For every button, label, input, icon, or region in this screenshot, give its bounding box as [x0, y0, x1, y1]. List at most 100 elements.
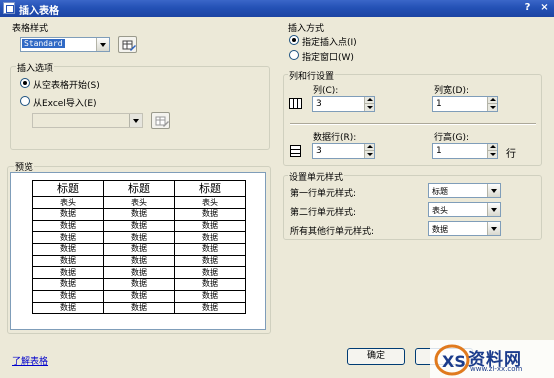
- preview-data-row: 数据 数据 数据: [32, 278, 246, 291]
- svg-text:XS: XS: [442, 352, 466, 371]
- preview-data-cell: 数据: [32, 266, 104, 280]
- close-button[interactable]: ×: [537, 1, 552, 15]
- preview-data-cell: 数据: [103, 266, 175, 280]
- chevron-down-icon[interactable]: [487, 222, 500, 235]
- insert-options-label: 插入选项: [16, 61, 55, 74]
- columns-label: 列(C):: [313, 86, 339, 96]
- cell-styles-label: 设置单元样式: [288, 170, 345, 183]
- preview-data-cell: 数据: [32, 278, 104, 291]
- chevron-down-icon[interactable]: [487, 184, 500, 197]
- window-title: 插入表格: [19, 6, 59, 17]
- spin-up-icon[interactable]: [487, 144, 497, 151]
- insert-window-label[interactable]: 指定窗口(W): [302, 50, 354, 63]
- preview-header-cell: 表头: [174, 196, 246, 209]
- chevron-down-icon: [129, 114, 142, 127]
- table-style-value: Standard: [22, 39, 65, 48]
- preview-data-cell: 数据: [174, 301, 246, 315]
- preview-data-cell: 数据: [174, 219, 246, 233]
- from-empty-radio[interactable]: [20, 78, 30, 88]
- row-unit-label: 行: [506, 149, 516, 160]
- ok-button[interactable]: 确定: [347, 348, 405, 365]
- col-width-label: 列宽(D):: [434, 86, 469, 96]
- preview-data-cell: 数据: [103, 278, 175, 291]
- spin-up-icon[interactable]: [364, 144, 374, 151]
- preview-table: 标题 标题 标题 表头 表头 表头 数据 数据 数据 数据 数据 数据 数据 数据 数据 数据 数据…: [32, 180, 246, 315]
- app-icon: [3, 2, 15, 14]
- preview-data-cell: 数据: [103, 289, 175, 303]
- data-rows-stepper[interactable]: 3: [312, 143, 375, 159]
- chevron-down-icon[interactable]: [487, 203, 500, 216]
- rows-cols-label: 列和行设置: [288, 69, 336, 82]
- row-height-label: 行高(G):: [434, 133, 470, 143]
- col-width-stepper[interactable]: 1: [432, 96, 498, 112]
- insert-point-radio[interactable]: [289, 35, 299, 45]
- first-row-style-label: 第一行单元样式:: [290, 189, 357, 199]
- columns-stepper[interactable]: 3: [312, 96, 375, 112]
- other-rows-style-value: 数据: [432, 225, 448, 234]
- preview-data-cell: 数据: [174, 243, 246, 256]
- preview-title-cell: 标题: [174, 180, 246, 197]
- rows-cols-divider: [290, 123, 536, 125]
- preview-data-cell: 数据: [32, 289, 104, 303]
- row-height-value: 1: [436, 146, 442, 156]
- preview-data-cell: 数据: [32, 301, 104, 315]
- preview-data-row: 数据 数据 数据: [32, 266, 246, 280]
- title-bar: 插入表格 ? ×: [0, 0, 554, 17]
- preview-data-cell: 数据: [103, 254, 175, 268]
- preview-title-cell: 标题: [103, 180, 175, 197]
- spin-down-icon[interactable]: [487, 151, 497, 158]
- preview-data-row: 数据 数据 数据: [32, 208, 246, 221]
- from-excel-radio[interactable]: [20, 96, 30, 106]
- preview-data-row: 数据 数据 数据: [32, 219, 246, 233]
- preview-data-cell: 数据: [32, 231, 104, 245]
- columns-value: 3: [316, 99, 322, 109]
- preview-data-cell: 数据: [103, 231, 175, 245]
- excel-file-select: [32, 113, 143, 128]
- watermark-url: www.zl-xx.com: [470, 365, 523, 373]
- row-height-stepper[interactable]: 1: [432, 143, 498, 159]
- preview-data-cell: 数据: [103, 243, 175, 256]
- preview-title-cell: 标题: [32, 180, 104, 197]
- first-row-style-value: 标题: [432, 187, 448, 196]
- help-button[interactable]: ?: [520, 1, 535, 15]
- second-row-style-select[interactable]: 表头: [428, 202, 501, 217]
- table-edit-icon: [155, 116, 169, 127]
- preview-data-cell: 数据: [103, 208, 175, 221]
- preview-data-row: 数据 数据 数据: [32, 243, 246, 256]
- spin-up-icon[interactable]: [487, 97, 497, 104]
- preview-header-cell: 表头: [103, 196, 175, 209]
- preview-data-cell: 数据: [103, 301, 175, 315]
- data-rows-label: 数据行(R):: [313, 133, 357, 143]
- rows-icon: [290, 145, 301, 157]
- col-width-value: 1: [436, 99, 442, 109]
- table-style-select[interactable]: Standard: [20, 37, 110, 52]
- spin-down-icon[interactable]: [364, 151, 374, 158]
- other-rows-style-label: 所有其他行单元样式:: [290, 227, 375, 237]
- preview-data-cell: 数据: [32, 243, 104, 256]
- preview-data-row: 数据 数据 数据: [32, 289, 246, 303]
- spin-down-icon[interactable]: [487, 104, 497, 111]
- preview-data-rows: 数据 数据 数据 数据 数据 数据 数据 数据 数据 数据 数据 数据 数据 数据 数据 数据 数据 数据 数据 数据…: [32, 208, 246, 315]
- preview-data-cell: 数据: [174, 289, 246, 303]
- spin-down-icon[interactable]: [364, 104, 374, 111]
- preview-data-row: 数据 数据 数据: [32, 254, 246, 268]
- table-style-dialog-button[interactable]: [118, 36, 137, 53]
- second-row-style-value: 表头: [432, 206, 448, 215]
- from-excel-label[interactable]: 从Excel导入(E): [33, 96, 97, 109]
- other-rows-style-select[interactable]: 数据: [428, 221, 501, 236]
- preview-data-cell: 数据: [174, 254, 246, 268]
- insert-point-label[interactable]: 指定插入点(I): [302, 35, 357, 48]
- from-empty-label[interactable]: 从空表格开始(S): [33, 78, 100, 91]
- spin-up-icon[interactable]: [364, 97, 374, 104]
- chevron-down-icon[interactable]: [96, 38, 109, 51]
- data-rows-value: 3: [316, 146, 322, 156]
- first-row-style-select[interactable]: 标题: [428, 183, 501, 198]
- learn-tables-link[interactable]: 了解表格: [12, 354, 48, 367]
- excel-browse-button: [151, 112, 170, 129]
- insert-method-label: 插入方式: [288, 24, 325, 34]
- table-edit-icon: [122, 40, 136, 51]
- preview-data-cell: 数据: [174, 208, 246, 221]
- insert-window-radio[interactable]: [289, 50, 299, 60]
- preview-canvas: 标题 标题 标题 表头 表头 表头 数据 数据 数据 数据 数据 数据 数据 数据 数据 数据 数据…: [10, 172, 266, 330]
- preview-data-cell: 数据: [174, 266, 246, 280]
